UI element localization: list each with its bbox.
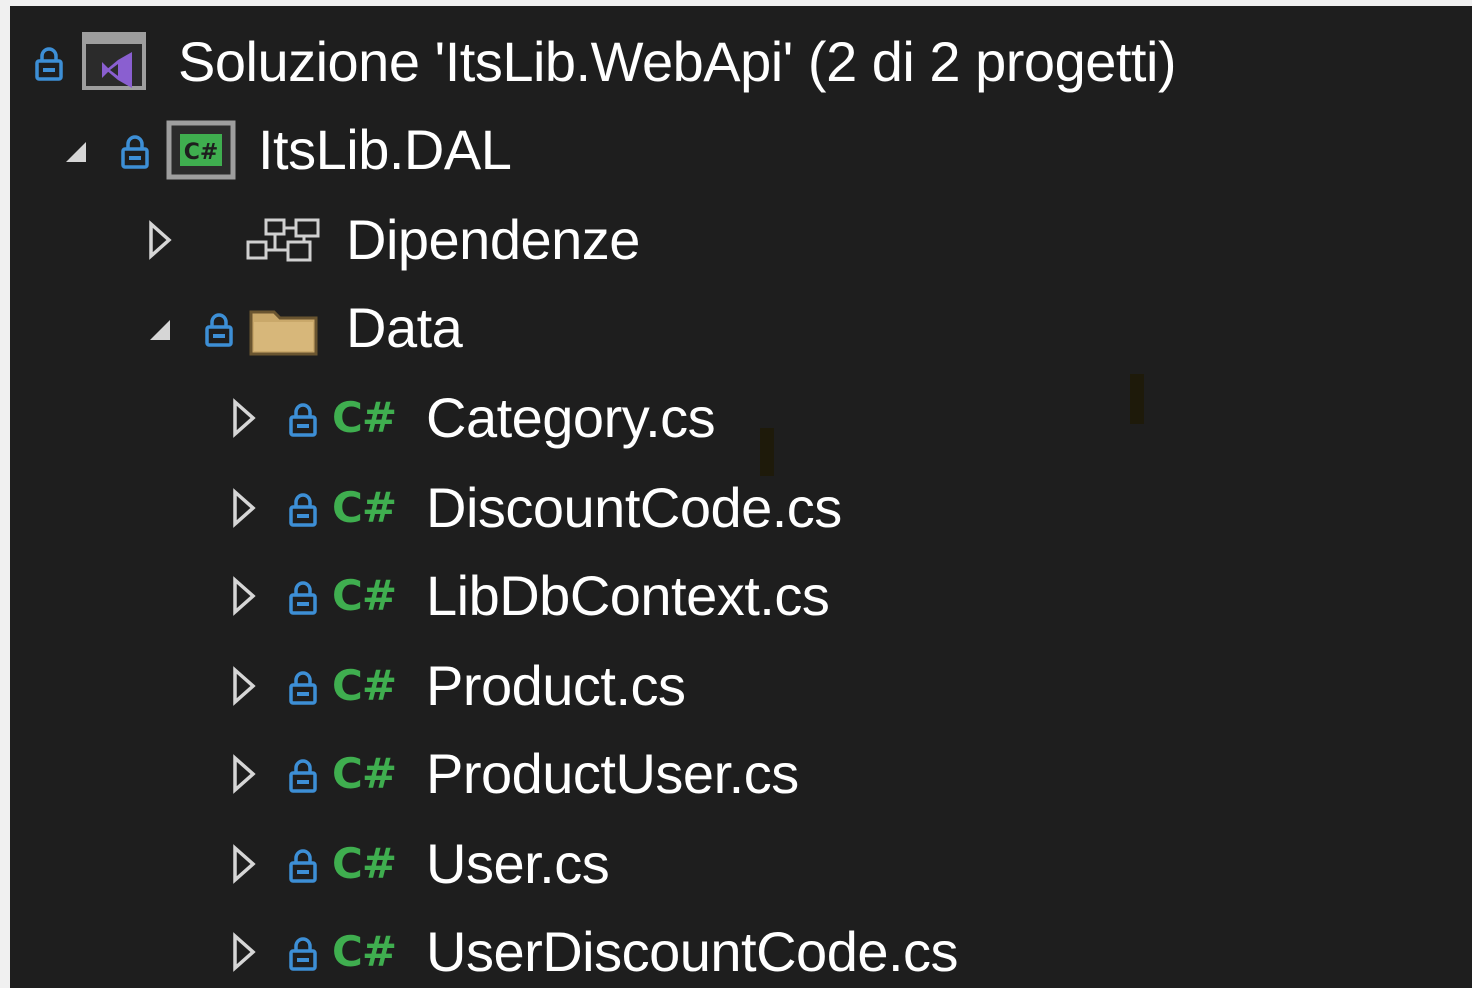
file-label: User.cs	[426, 832, 610, 895]
project-label: ItsLib.DAL	[258, 118, 512, 181]
file-label: Category.cs	[426, 386, 716, 449]
csharp-file-icon: C#	[332, 661, 397, 710]
tree-row-dependencies[interactable]: Dipendenze	[10, 196, 1472, 284]
dependencies-label: Dipendenze	[346, 208, 640, 271]
lock-icon	[288, 492, 318, 528]
csharp-file-icon: C#	[332, 839, 397, 888]
lock-icon	[204, 312, 234, 348]
solution-label: Soluzione 'ItsLib.WebApi' (2 di 2 proget…	[178, 30, 1177, 93]
tree-row-file[interactable]: C# Category.cs	[10, 374, 1472, 462]
lock-icon	[34, 46, 64, 82]
file-label: Product.cs	[426, 654, 686, 717]
csharp-file-icon: C#	[332, 483, 397, 532]
tree-row-file[interactable]: C# User.cs	[10, 820, 1472, 908]
csharp-file-icon: C#	[332, 393, 397, 442]
tree-row-file[interactable]: C# UserDiscountCode.cs	[10, 908, 1472, 988]
collapsed-arrow-icon[interactable]	[146, 220, 174, 260]
tree-row-file[interactable]: C# LibDbContext.cs	[10, 552, 1472, 640]
solution-icon	[80, 30, 150, 96]
tree-row-folder-data[interactable]: Data	[10, 284, 1472, 372]
folder-icon	[248, 304, 320, 358]
tree-row-solution[interactable]: Soluzione 'ItsLib.WebApi' (2 di 2 proget…	[10, 18, 1472, 106]
file-label: LibDbContext.cs	[426, 564, 830, 627]
file-label: UserDiscountCode.cs	[426, 920, 959, 983]
tree-row-file[interactable]: C# Product.cs	[10, 642, 1472, 730]
csharp-file-icon: C#	[332, 571, 397, 620]
text-cursor-artifact	[760, 428, 774, 476]
expanded-arrow-icon[interactable]	[146, 316, 174, 344]
text-cursor-artifact	[1130, 374, 1144, 424]
collapsed-arrow-icon[interactable]	[230, 666, 258, 706]
tree-row-file[interactable]: C# DiscountCode.cs	[10, 464, 1472, 552]
dependencies-icon	[244, 218, 322, 264]
csharp-file-icon: C#	[332, 927, 397, 976]
csharp-project-icon: C#	[166, 120, 238, 182]
file-label: DiscountCode.cs	[426, 476, 842, 539]
lock-icon	[120, 134, 150, 170]
collapsed-arrow-icon[interactable]	[230, 754, 258, 794]
folder-label: Data	[346, 296, 463, 359]
file-label: ProductUser.cs	[426, 742, 799, 805]
collapsed-arrow-icon[interactable]	[230, 844, 258, 884]
csharp-file-icon: C#	[332, 749, 397, 798]
svg-text:C#: C#	[184, 140, 219, 165]
solution-explorer-tree: Soluzione 'ItsLib.WebApi' (2 di 2 proget…	[10, 6, 1472, 988]
lock-icon	[288, 402, 318, 438]
tree-row-file[interactable]: C# ProductUser.cs	[10, 730, 1472, 818]
lock-icon	[288, 848, 318, 884]
collapsed-arrow-icon[interactable]	[230, 576, 258, 616]
expanded-arrow-icon[interactable]	[62, 138, 90, 166]
collapsed-arrow-icon[interactable]	[230, 932, 258, 972]
lock-icon	[288, 936, 318, 972]
collapsed-arrow-icon[interactable]	[230, 488, 258, 528]
lock-icon	[288, 580, 318, 616]
collapsed-arrow-icon[interactable]	[230, 398, 258, 438]
lock-icon	[288, 670, 318, 706]
lock-icon	[288, 758, 318, 794]
tree-row-project[interactable]: C# ItsLib.DAL	[10, 106, 1472, 194]
